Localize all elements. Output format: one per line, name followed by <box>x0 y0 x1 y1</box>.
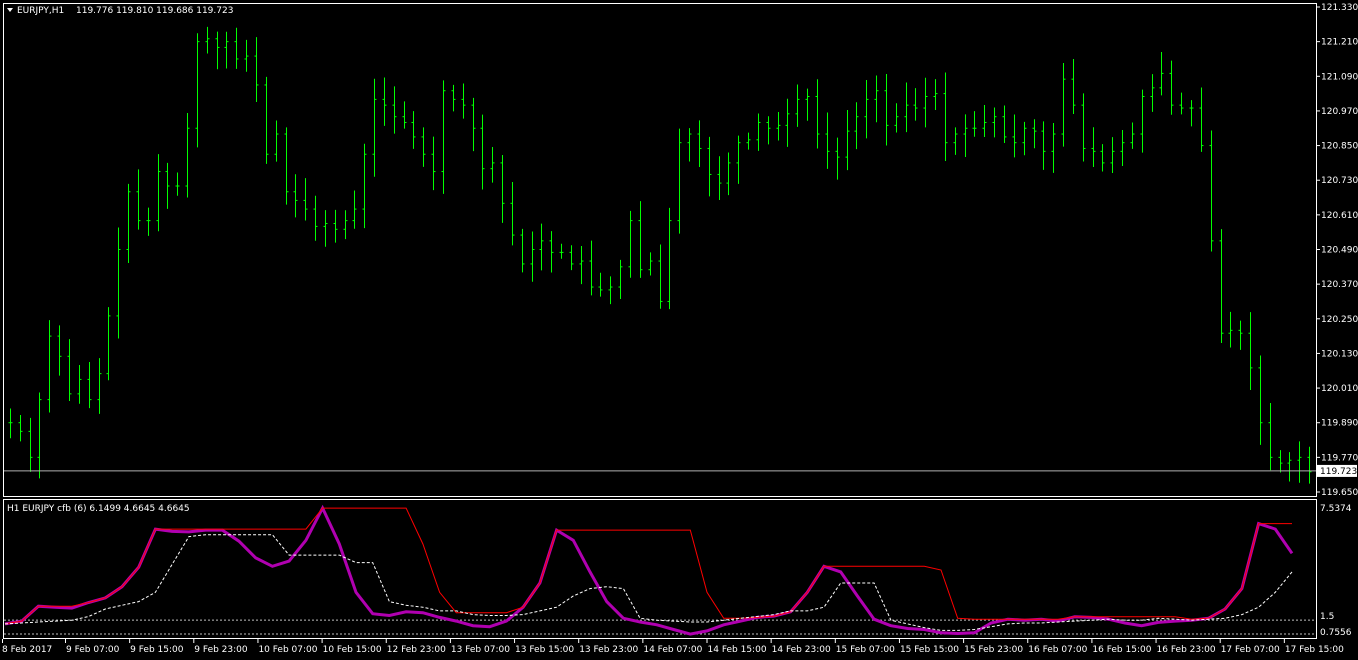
indicator-tick-label: 0.7556 <box>1320 628 1352 638</box>
ohlc-values: 119.776 119.810 119.686 119.723 <box>76 6 233 16</box>
price-tick-label: 120.130 <box>1321 349 1358 359</box>
price-tick-label: 120.490 <box>1321 246 1358 256</box>
time-tick-label: 15 Feb 07:00 <box>836 645 895 655</box>
time-tick-label: 14 Feb 15:00 <box>708 645 767 655</box>
price-axis: 121.330 121.210 121.090 120.970 120.850 120.7… <box>1316 3 1358 498</box>
price-tick-label: 120.010 <box>1321 384 1358 394</box>
price-tick-label: 120.970 <box>1321 107 1358 117</box>
price-tick-label: 119.770 <box>1321 453 1358 463</box>
price-tick-label: 120.610 <box>1321 211 1358 221</box>
indicator-axis: 7.5374 1.5 0.7556 <box>1320 504 1352 638</box>
time-tick-label: 17 Feb 15:00 <box>1285 645 1344 655</box>
time-tick-label: 8 Feb 2017 <box>2 645 52 655</box>
svg-text:119.723: 119.723 <box>1320 467 1357 477</box>
price-tick-label: 120.730 <box>1321 176 1358 186</box>
trading-chart[interactable]: EURJPY,H1 119.776 119.810 119.686 119.72… <box>0 0 1358 660</box>
time-tick-label: 17 Feb 07:00 <box>1221 645 1280 655</box>
time-axis: 8 Feb 2017 9 Feb 07:00 9 Feb 15:00 9 Feb 23… <box>2 639 1344 655</box>
time-tick-label: 9 Feb 07:00 <box>66 645 120 655</box>
indicator-tick-label: 7.5374 <box>1320 504 1352 514</box>
time-tick-label: 14 Feb 07:00 <box>643 645 702 655</box>
price-tick-label: 121.090 <box>1321 72 1358 82</box>
price-tick-label: 119.650 <box>1321 488 1358 498</box>
time-tick-label: 10 Feb 07:00 <box>258 645 317 655</box>
time-tick-label: 15 Feb 15:00 <box>900 645 959 655</box>
time-tick-label: 13 Feb 23:00 <box>579 645 638 655</box>
time-tick-label: 10 Feb 15:00 <box>323 645 382 655</box>
price-tick-label: 119.890 <box>1321 419 1358 429</box>
time-tick-label: 14 Feb 23:00 <box>772 645 831 655</box>
time-tick-label: 12 Feb 23:00 <box>387 645 446 655</box>
indicator-title: H1 EURJPY cfb (6) 6.1499 4.6645 4.6645 <box>7 504 190 514</box>
indicator-panel[interactable] <box>3 499 1317 639</box>
price-tick-label: 121.330 <box>1321 3 1358 13</box>
time-tick-label: 13 Feb 07:00 <box>451 645 510 655</box>
time-tick-label: 16 Feb 15:00 <box>1092 645 1151 655</box>
price-tick-label: 120.250 <box>1321 315 1358 325</box>
time-tick-label: 15 Feb 23:00 <box>964 645 1023 655</box>
price-tick-label: 120.370 <box>1321 280 1358 290</box>
time-tick-label: 16 Feb 07:00 <box>1028 645 1087 655</box>
time-tick-label: 9 Feb 23:00 <box>194 645 248 655</box>
price-tick-label: 121.210 <box>1321 38 1358 48</box>
price-tick-label: 120.850 <box>1321 142 1358 152</box>
time-tick-label: 13 Feb 15:00 <box>515 645 574 655</box>
time-tick-label: 9 Feb 15:00 <box>130 645 184 655</box>
current-price-label: 119.723 <box>1317 464 1357 477</box>
indicator-tick-label: 1.5 <box>1320 612 1334 622</box>
time-tick-label: 16 Feb 23:00 <box>1157 645 1216 655</box>
chart-symbol: EURJPY,H1 <box>17 6 64 16</box>
